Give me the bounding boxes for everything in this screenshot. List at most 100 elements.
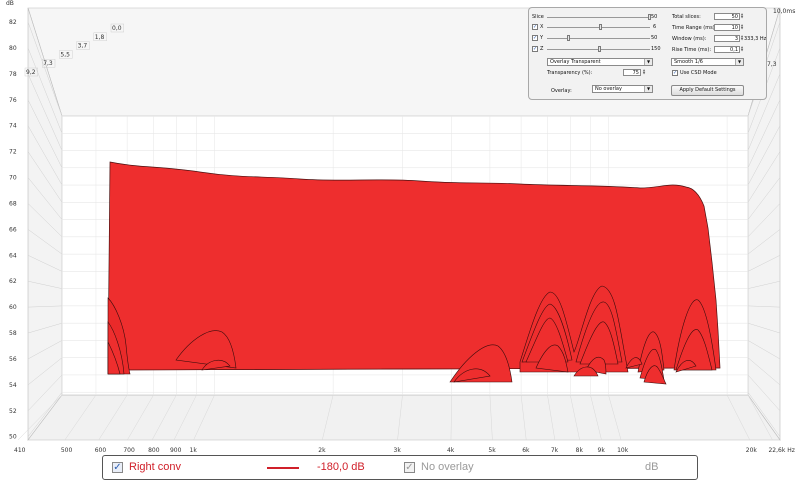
x-tick-label: 1k xyxy=(190,447,198,454)
y-tick-label: 82 xyxy=(9,19,17,26)
x-tick-label: 9k xyxy=(598,447,606,454)
y-tick-label: 58 xyxy=(9,330,17,337)
legend-bar: ✓ Right conv -180,0 dB ✓ No overlay dB xyxy=(102,455,698,480)
overlay-checkbox[interactable]: ✓ xyxy=(404,462,415,473)
slice-slider[interactable] xyxy=(547,17,650,18)
y-tick-label: 72 xyxy=(9,149,17,156)
z-tick-label: 7,3 xyxy=(43,60,53,67)
x-tick-label: 800 xyxy=(148,447,160,454)
y-tick-label: 66 xyxy=(9,226,17,233)
z-tick-label: 5,5 xyxy=(60,51,70,58)
y-tick-label: 78 xyxy=(9,71,17,78)
y-slider-thumb[interactable] xyxy=(567,35,570,41)
y-tick-label: 68 xyxy=(9,200,17,207)
time-range-spinner[interactable]: ▲ ▼ xyxy=(740,24,744,31)
x-tick-label: 500 xyxy=(61,447,73,454)
use-csd-checkbox[interactable]: ✓ xyxy=(672,70,678,76)
series2-name: No overlay xyxy=(421,461,474,473)
z-tick-label: 3,7 xyxy=(78,43,88,50)
series2-unit: dB xyxy=(645,461,659,473)
rise-time-spinner[interactable]: ▲ ▼ xyxy=(740,46,744,53)
x-slider-thumb[interactable] xyxy=(599,24,602,30)
use-csd-label: Use CSD Mode xyxy=(680,70,717,76)
x-tick-label: 700 xyxy=(123,447,135,454)
x-tick-label: 20k xyxy=(746,447,758,454)
overlay-value: No overlay xyxy=(595,86,622,92)
rise-time-label: Rise Time (ms): xyxy=(672,47,712,53)
x-checkbox[interactable]: ✓ xyxy=(532,24,538,30)
total-slices-field[interactable]: 50 xyxy=(714,13,740,20)
chevron-down-icon: ▼ xyxy=(644,86,652,92)
z-tick-label: 1,8 xyxy=(95,34,105,41)
z-tick-label: 9,2 xyxy=(26,69,36,76)
y-slider[interactable] xyxy=(547,38,650,39)
window-field[interactable]: 3 xyxy=(714,35,740,42)
right-conv-checkbox[interactable]: ✓ xyxy=(112,462,123,473)
chevron-down-icon: ▼ xyxy=(735,59,743,65)
y-checkbox[interactable]: ✓ xyxy=(532,35,538,41)
z-axis-right-label: 7,3 xyxy=(767,61,777,68)
y-tick-label: 60 xyxy=(9,304,17,311)
window-label: Window (ms): xyxy=(672,36,707,42)
slice-label: Slice xyxy=(532,14,544,20)
x-tick-label: 4k xyxy=(447,447,455,454)
z-slider-thumb[interactable] xyxy=(598,46,601,52)
floor xyxy=(27,394,781,441)
overlay-mode-select[interactable]: Overlay Transparent ▼ xyxy=(547,58,653,66)
x-value: 6 xyxy=(653,24,657,30)
overlay-label: Overlay: xyxy=(551,88,572,94)
x-label: X xyxy=(540,24,544,30)
transparency-label: Transparency (%): xyxy=(547,70,593,76)
y-tick-label: 52 xyxy=(9,408,17,415)
z-axis-max-label: 10,0ms xyxy=(773,8,795,15)
x-axis-labels: 410 500 600 700 800 900 1k 2k 3k 4k 5k 6k 7k 8k 9k 10k 2… xyxy=(14,447,795,454)
total-slices-label: Total slices: xyxy=(672,14,701,20)
y-tick-label: 70 xyxy=(9,175,17,182)
y-axis-labels: 82 80 78 76 74 72 70 68 66 64 62 60 58 56 54 52 50 xyxy=(9,19,17,441)
y-tick-label: 76 xyxy=(9,97,17,104)
x-tick-label: 8k xyxy=(576,447,584,454)
y-tick-label: 62 xyxy=(9,278,17,285)
y-tick-label: 64 xyxy=(9,252,17,259)
y-tick-label: 56 xyxy=(9,356,17,363)
slice-value: 50 xyxy=(651,14,658,20)
overlay-mode-value: Overlay Transparent xyxy=(550,59,601,65)
y-tick-label: 54 xyxy=(9,382,17,389)
y-label: Y xyxy=(540,35,544,41)
y-tick-label: 74 xyxy=(9,123,17,130)
x-tick-label: 10k xyxy=(617,447,629,454)
rise-time-field[interactable]: 0,1 xyxy=(714,46,740,53)
transparency-field[interactable]: 75 xyxy=(623,69,641,76)
y-unit-label: dB xyxy=(6,0,14,7)
total-slices-spinner[interactable]: ▲ ▼ xyxy=(740,13,744,20)
window-frequency: 333,3 Hz xyxy=(744,36,767,42)
chevron-down-icon: ▼ xyxy=(644,59,652,65)
overlay-select[interactable]: No overlay ▼ xyxy=(592,85,653,93)
x-tick-label: 5k xyxy=(488,447,496,454)
x-tick-label: 3k xyxy=(394,447,402,454)
waterfall-settings-panel: Slice 50 ✓ X 6 ✓ Y 50 ✓ Z 150 Overlay Tr… xyxy=(528,7,767,100)
y-tick-label: 80 xyxy=(9,45,17,52)
series1-name: Right conv xyxy=(129,461,181,473)
z-checkbox[interactable]: ✓ xyxy=(532,46,538,52)
smoothing-select[interactable]: Smooth 1/6 ▼ xyxy=(671,58,744,66)
series1-swatch xyxy=(267,467,299,469)
x-tick-label: 410 xyxy=(14,447,26,454)
z-tick-label: 0,0 xyxy=(112,25,122,32)
time-range-field[interactable]: 10 xyxy=(714,24,740,31)
smoothing-value: Smooth 1/6 xyxy=(674,59,703,65)
x-tick-label: 6k xyxy=(522,447,530,454)
z-label: Z xyxy=(540,46,544,52)
time-range-label: Time Range (ms): xyxy=(672,25,717,31)
apply-default-settings-button[interactable]: Apply Default Settings xyxy=(671,85,744,96)
x-tick-label: 2k xyxy=(318,447,326,454)
x-tick-label: 900 xyxy=(170,447,182,454)
x-tick-label: 22,6k Hz xyxy=(768,447,794,454)
transparency-spinner[interactable]: ▲ ▼ xyxy=(642,69,646,76)
z-value: 150 xyxy=(651,46,661,52)
series1-value: -180,0 dB xyxy=(317,461,365,473)
y-value: 50 xyxy=(651,35,658,41)
x-tick-label: 600 xyxy=(95,447,107,454)
x-tick-label: 7k xyxy=(551,447,559,454)
y-tick-label: 50 xyxy=(9,434,17,441)
